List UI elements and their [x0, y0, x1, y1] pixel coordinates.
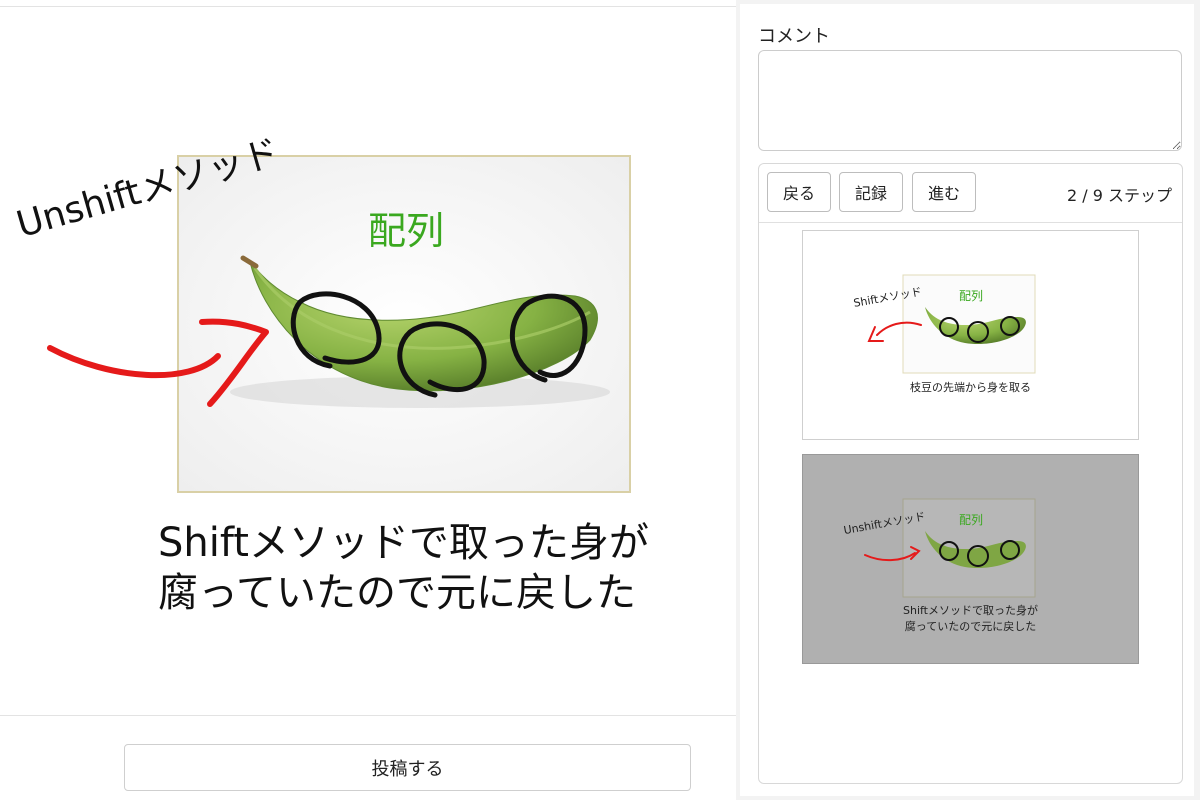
steps-panel: 戻る 記録 進む 2 / 9 ステップ Shiftメソッド 配列 枝豆の先端から… [758, 163, 1183, 784]
thumb-caption-line-1: Shiftメソッドで取った身が [902, 604, 1038, 617]
thumb-caption: 枝豆の先端から身を取る [910, 381, 1031, 394]
thumb-title: 配列 [959, 289, 984, 303]
thumb-title: 配列 [959, 513, 984, 527]
record-button[interactable]: 記録 [839, 172, 903, 212]
steps-toolbar: 戻る 記録 進む 2 / 9 ステップ [759, 164, 1182, 223]
step-thumbnail-selected[interactable]: Unshiftメソッド 配列 Shiftメソッドで取った身が 腐っていたので元に… [802, 454, 1139, 664]
thumbnail-drawing [867, 274, 1036, 374]
side-panel-inner: コメント 戻る 記録 進む 2 / 9 ステップ Shiftメソッド 配列 枝豆… [740, 4, 1194, 796]
back-button[interactable]: 戻る [767, 172, 831, 212]
comment-label: コメント [758, 26, 830, 47]
caption-line-1: Shiftメソッドで取った身が [158, 520, 649, 566]
divider [0, 715, 736, 716]
post-button[interactable]: 投稿する [124, 744, 691, 791]
caption-line-2: 腐っていたので元に戻した [158, 570, 636, 616]
drawing-canvas[interactable]: 配列 Unshiftメソッド Shiftメソッドで取った身が 腐っていたので元に… [0, 0, 736, 716]
caption: Shiftメソッドで取った身が 腐っていたので元に戻した [158, 518, 649, 618]
thumb-caption: Shiftメソッドで取った身が 腐っていたので元に戻した [803, 603, 1138, 635]
side-panel: コメント 戻る 記録 進む 2 / 9 ステップ Shiftメソッド 配列 枝豆… [736, 0, 1200, 800]
step-thumbnail[interactable]: Shiftメソッド 配列 枝豆の先端から身を取る [802, 230, 1139, 440]
array-title: 配列 [368, 209, 445, 253]
forward-button[interactable]: 進む [912, 172, 976, 212]
step-counter: 2 / 9 ステップ [1066, 186, 1172, 205]
thumb-caption-line-2: 腐っていたので元に戻した [904, 620, 1037, 633]
comment-input[interactable] [758, 50, 1182, 151]
